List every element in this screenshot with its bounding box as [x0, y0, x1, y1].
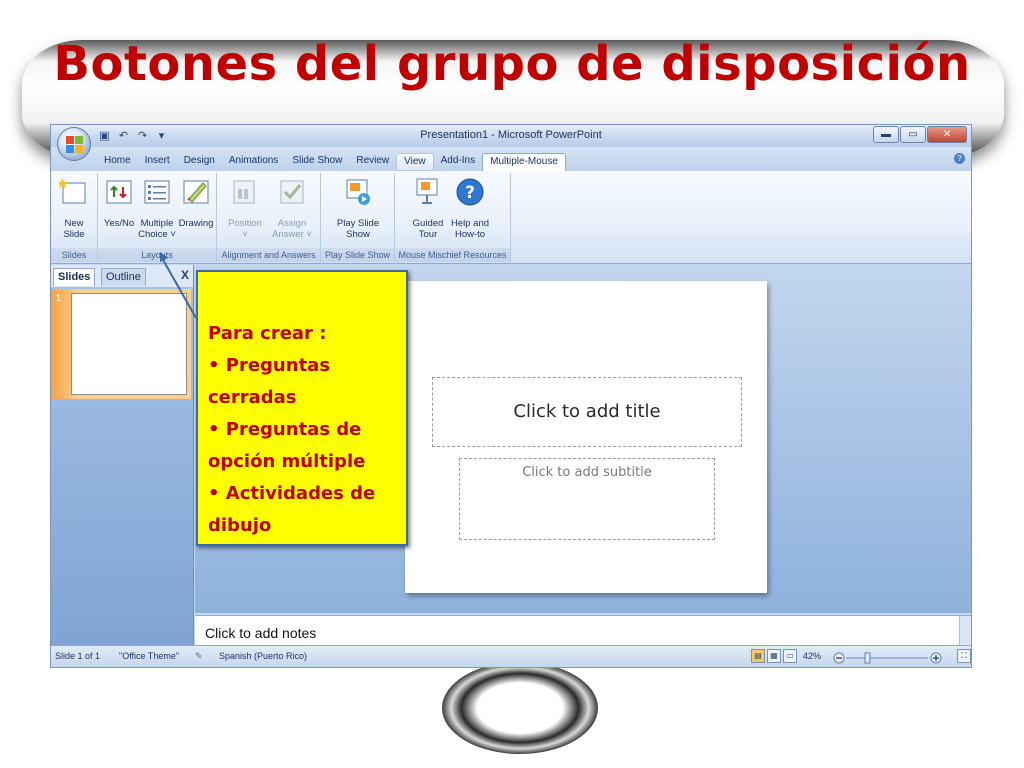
maximize-button[interactable]: ▭ — [900, 126, 926, 143]
tab-review[interactable]: Review — [349, 153, 396, 171]
ribbon: New Slide Slides Yes/No Multiple Choice … — [51, 171, 971, 264]
new-slide-icon — [57, 178, 86, 204]
group-label-resources: Mouse Mischief Resources — [395, 248, 510, 262]
group-label-layouts: Layouts — [98, 248, 216, 262]
group-mouse-mischief: Guided Tour ? Help and How-to Mouse Misc… — [395, 173, 511, 262]
tab-view[interactable]: View — [396, 153, 434, 171]
theme-name: "Office Theme" — [119, 651, 180, 661]
position-button[interactable]: Position ˅ — [225, 177, 265, 240]
yes-no-icon — [106, 180, 132, 204]
spell-check-icon[interactable]: ✎ — [195, 651, 203, 662]
guided-tour-button[interactable]: Guided Tour — [409, 177, 447, 240]
zoom-level[interactable]: 42% — [803, 651, 821, 661]
slide-show-view-icon[interactable]: ▭ — [783, 649, 797, 663]
tab-home[interactable]: Home — [97, 153, 138, 171]
help-question-icon: ? — [456, 178, 484, 206]
callout-item: • Preguntas cerradas — [208, 355, 331, 408]
office-button[interactable] — [57, 127, 91, 161]
multiple-choice-icon — [144, 180, 170, 204]
tab-design[interactable]: Design — [177, 153, 222, 171]
tab-animations[interactable]: Animations — [222, 153, 285, 171]
assign-answer-icon — [280, 180, 304, 204]
close-icon[interactable]: X — [181, 268, 189, 282]
svg-text:?: ? — [465, 183, 475, 203]
group-slides: New Slide Slides — [51, 173, 98, 262]
assign-answer-button[interactable]: Assign Answer ˅ — [269, 177, 315, 240]
callout-item: • Actividades de dibujo — [208, 483, 376, 536]
tab-add-ins[interactable]: Add-Ins — [434, 153, 482, 171]
language[interactable]: Spanish (Puerto Rico) — [219, 651, 307, 661]
new-slide-button[interactable]: New Slide — [54, 177, 94, 240]
position-icon — [233, 180, 255, 204]
minimize-button[interactable]: ▬ — [873, 126, 899, 143]
group-alignment-answers: Position ˅ Assign Answer ˅ Alignment and… — [217, 173, 321, 262]
guided-tour-icon — [416, 178, 438, 204]
notes-scrollbar[interactable] — [959, 616, 971, 648]
group-layouts: Yes/No Multiple Choice ˅ Drawing Layouts — [98, 173, 217, 262]
group-play-slide-show: Play Slide Show Play Slide Show — [321, 173, 395, 262]
decorative-ring — [442, 662, 598, 754]
close-button[interactable]: ✕ — [927, 126, 967, 143]
window-controls: ▬ ▭ ✕ — [873, 126, 967, 143]
slide-thumbnail[interactable] — [71, 293, 187, 395]
ribbon-tab-row: Home Insert Design Animations Slide Show… — [51, 147, 971, 171]
panel-tabs: Slides Outline X — [51, 265, 193, 287]
slide-thumbnail-item[interactable]: 1 — [51, 289, 191, 399]
slide-count: Slide 1 of 1 — [55, 651, 101, 661]
multiple-choice-button[interactable]: Multiple Choice ˅ — [138, 177, 176, 240]
notes-placeholder: Click to add notes — [205, 625, 317, 641]
status-bar: Slide 1 of 1 "Office Theme" ✎ Spanish (P… — [51, 645, 971, 667]
window-title: Presentation1 - Microsoft PowerPoint — [420, 129, 602, 141]
tab-insert[interactable]: Insert — [138, 153, 177, 171]
notes-pane[interactable]: Click to add notes — [195, 615, 971, 648]
play-slide-show-icon — [346, 179, 370, 205]
help-icon[interactable]: ? — [954, 153, 965, 164]
normal-view-icon[interactable]: ▤ — [751, 649, 765, 663]
help-how-to-button[interactable]: ? Help and How-to — [449, 177, 491, 240]
fit-to-window-icon[interactable]: ⛶ — [957, 649, 971, 663]
yes-no-button[interactable]: Yes/No — [101, 177, 137, 229]
callout-box: Para crear : • Preguntas cerradas • Preg… — [196, 270, 408, 546]
group-label-play: Play Slide Show — [321, 248, 394, 262]
subtitle-placeholder[interactable]: Click to add subtitle — [459, 458, 715, 540]
ribbon-tabs: Home Insert Design Animations Slide Show… — [97, 153, 566, 171]
callout-heading: Para crear : — [208, 323, 327, 344]
slide-number: 1 — [56, 293, 62, 303]
slide-title: Botones del grupo de disposición — [53, 36, 971, 92]
tab-slides[interactable]: Slides — [53, 268, 96, 286]
group-label-alignment: Alignment and Answers — [217, 248, 320, 262]
slide-canvas[interactable]: Click to add title Click to add subtitle — [405, 281, 767, 593]
zoom-slider[interactable] — [833, 652, 943, 664]
powerpoint-window: ▣ ↶ ↷ ▾ Presentation1 - Microsoft PowerP… — [50, 124, 972, 668]
group-label-slides: Slides — [51, 248, 97, 262]
callout-item: • Preguntas de opción múltiple — [208, 419, 366, 472]
slides-panel: Slides Outline X 1 — [51, 265, 194, 648]
title-placeholder[interactable]: Click to add title — [432, 377, 742, 447]
tab-slide-show[interactable]: Slide Show — [285, 153, 349, 171]
slide-sorter-icon[interactable]: ▦ — [767, 649, 781, 663]
title-bar: ▣ ↶ ↷ ▾ Presentation1 - Microsoft PowerP… — [51, 125, 971, 147]
tab-outline[interactable]: Outline — [101, 268, 146, 286]
drawing-button[interactable]: Drawing — [177, 177, 215, 229]
office-logo-icon — [66, 136, 83, 153]
play-slide-show-button[interactable]: Play Slide Show — [329, 177, 387, 240]
tab-multiple-mouse[interactable]: Multiple-Mouse — [482, 153, 566, 171]
drawing-icon — [183, 180, 209, 204]
